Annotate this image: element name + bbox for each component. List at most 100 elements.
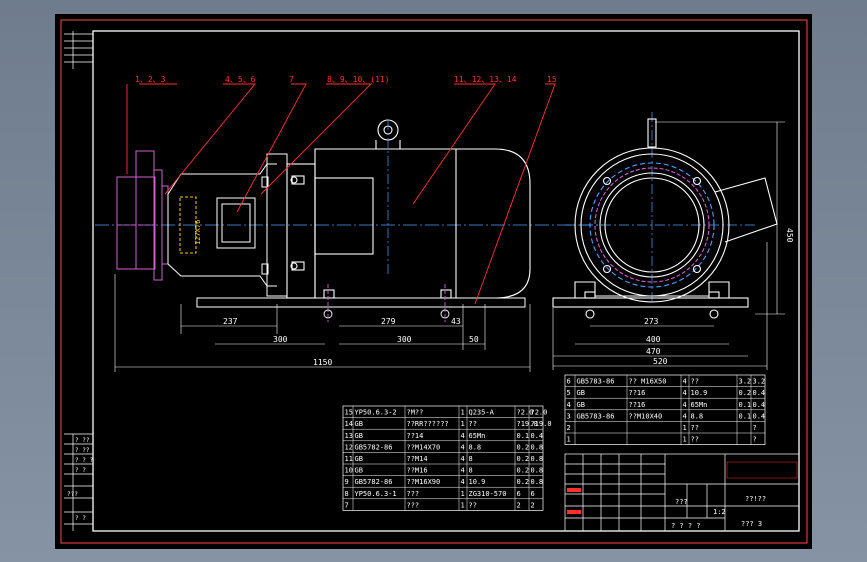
dim-450: 450 <box>785 228 794 243</box>
bom-cell: 8 <box>469 455 473 463</box>
bom-cell: GB5782-86 <box>355 443 393 451</box>
inner-frame <box>92 30 800 532</box>
strip-label: ? ? <box>75 467 86 474</box>
bom-cell: 2 <box>567 424 571 432</box>
bom-cell: 4 <box>461 467 465 475</box>
strip-label: ? ?? <box>75 447 90 454</box>
side-view <box>552 112 778 319</box>
bom-cell: GB <box>577 401 585 409</box>
bom-table-right: 6 GB5783-86 ?? M16X50 4?? 3.2 3.2 5 GB ??16 4 10.9… <box>564 374 766 445</box>
strip-label: ? ? ? <box>75 457 93 464</box>
bom-cell: 13 <box>345 432 353 440</box>
dim-1150: 1150 <box>313 358 332 367</box>
dim-50: 50 <box>469 335 479 344</box>
bom-cell: 3.2 <box>739 378 752 386</box>
bom-cell: 1 <box>567 436 571 444</box>
bom-cell: ?2.0 <box>531 409 548 417</box>
bom-cell: 1 <box>461 409 465 417</box>
strip-label: ??? <box>67 491 78 498</box>
bom-cell: 0.4 <box>753 412 766 420</box>
dim-273: 273 <box>644 317 659 326</box>
title-name: ??? <box>675 498 688 506</box>
bom-cell: 1 <box>683 424 687 432</box>
bom-cell: 8 <box>345 490 349 498</box>
inlet-pipe <box>116 150 169 281</box>
bom-cell: 0.2 <box>517 467 530 475</box>
motor <box>286 119 531 299</box>
balloon-11-14: 11、12、13、14 <box>454 75 517 84</box>
bom-cell: ??M16X90 <box>407 478 441 486</box>
dim-470: 470 <box>646 347 661 356</box>
bom-cell: 7 <box>345 501 349 509</box>
bom-cell: 0.8 <box>531 455 544 463</box>
bom-cell: Q235-A <box>469 409 495 417</box>
dim-300-a: 300 <box>273 335 288 344</box>
bom-cell: 0.2 <box>517 455 530 463</box>
bom-cell: 10.9 <box>691 389 708 397</box>
bom-table-left: 15 YP50.6.3-2 ?M?? 1 Q235-A ?2.0?2.014 GB ??RR?… <box>342 405 552 511</box>
bom-cell: 4 <box>567 401 571 409</box>
bom-cell: 0.1 <box>739 412 752 420</box>
bom-cell: ?M?? <box>407 409 424 417</box>
bom-cell: 0.1 <box>739 401 752 409</box>
bom-cell: ?? <box>691 424 699 432</box>
inlet-size-label: 127X76 <box>194 220 202 245</box>
bom-cell: ? <box>753 436 757 444</box>
side-dimension-lines <box>552 121 785 370</box>
bom-cell: 4 <box>461 432 465 440</box>
bom-cell: 1 <box>461 420 465 428</box>
bom-cell: 2 <box>517 501 521 509</box>
title-block <box>564 453 800 532</box>
bom-cell: 6 <box>567 378 571 386</box>
bom-cell: 4 <box>461 455 465 463</box>
bom-cell: GB5782-86 <box>355 478 393 486</box>
bom-cell: 12 <box>345 443 353 451</box>
bom-cell: 1 <box>461 501 465 509</box>
bom-cell: ??M14 <box>407 455 428 463</box>
bom-cell: 0.8 <box>531 467 544 475</box>
dim-520: 520 <box>653 357 668 366</box>
left-margin-strip <box>64 31 93 531</box>
bom-cell: 9 <box>345 478 349 486</box>
bom-cell: GB <box>577 389 585 397</box>
bom-cell: 3 <box>567 412 571 420</box>
bom-cell: 5 <box>567 389 571 397</box>
balloon-leaders <box>126 83 556 305</box>
bom-cell: 2 <box>531 501 535 509</box>
bom-cell: 10.9 <box>469 478 486 486</box>
title-sheet: ??? 3 <box>741 520 762 528</box>
bom-cell: ??M10X40 <box>629 412 663 420</box>
bom-cell: 4 <box>683 401 687 409</box>
strip-label: ? ? <box>75 515 86 522</box>
bom-cell: ? <box>753 424 757 432</box>
balloon-8-11: 8、9、10、(11) <box>327 75 390 84</box>
bom-cell: GB <box>355 455 363 463</box>
bom-cell: 1 <box>683 436 687 444</box>
bom-cell: 6 <box>531 490 535 498</box>
bom-cell: ??? <box>407 490 420 498</box>
balloon-7: 7 <box>289 75 294 84</box>
bom-cell: 0.4 <box>753 389 766 397</box>
bom-cell: ??16 <box>629 389 646 397</box>
bom-cell: 14 <box>345 420 353 428</box>
bom-cell: 4 <box>683 389 687 397</box>
title-sheet-info: ? ? ? ? <box>671 522 701 530</box>
bom-cell: 0.4 <box>753 401 766 409</box>
bom-cell: GB5783-86 <box>577 412 615 420</box>
dim-400: 400 <box>646 335 661 344</box>
bom-cell: 8 <box>469 467 473 475</box>
bom-cell: GB <box>355 420 363 428</box>
bom-cell: ??M14X70 <box>407 443 441 451</box>
bom-cell: 65Mn <box>691 401 708 409</box>
bom-cell: 4 <box>461 443 465 451</box>
bom-cell: 65Mn <box>469 432 486 440</box>
balloon-1-2-3: 1、2、3 <box>135 75 166 84</box>
balloon-labels: 1、2、3 4、5、6 7 8、9、10、(11) 11、12、13、14 15 <box>135 75 557 84</box>
drawing-canvas: ? ?? ? ?? ? ? ? ? ? ??? ? ? 1、2、3 4、5、6 … <box>55 14 812 549</box>
title-code: ??!?? <box>745 495 766 503</box>
dim-279: 279 <box>381 317 396 326</box>
bom-cell: 4 <box>461 478 465 486</box>
bom-cell: 0.2 <box>517 478 530 486</box>
bom-cell: ?? <box>469 501 477 509</box>
strip-label: ? ?? <box>75 437 90 444</box>
